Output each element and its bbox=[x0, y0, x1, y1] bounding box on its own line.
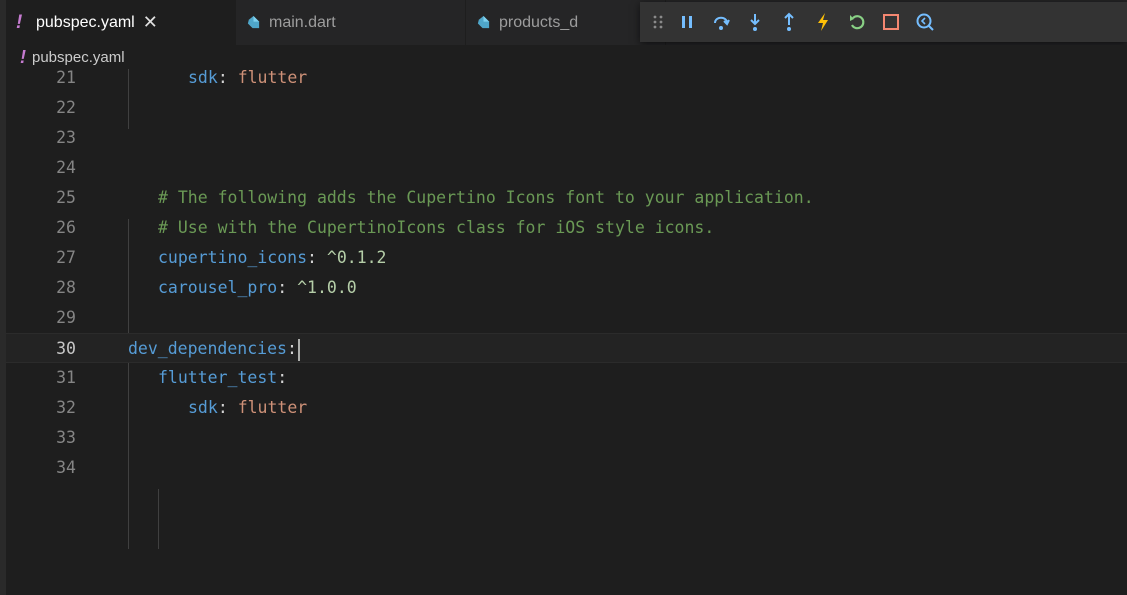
line-number: 22 bbox=[56, 98, 76, 117]
code-line: 25 # The following adds the Cupertino Ic… bbox=[6, 183, 1127, 213]
step-out-icon[interactable] bbox=[772, 5, 806, 39]
current-code-line: 30 dev_dependencies: bbox=[6, 333, 1127, 363]
code-text: sdk: flutter bbox=[188, 69, 308, 87]
code-text: flutter_test: bbox=[158, 368, 288, 387]
code-line: 34 bbox=[6, 453, 1127, 483]
line-number: 23 bbox=[56, 128, 76, 147]
line-number: 27 bbox=[56, 248, 76, 267]
dart-icon bbox=[477, 15, 490, 29]
tab-main-dart[interactable]: main.dart bbox=[236, 0, 466, 45]
code-line: 29 bbox=[6, 303, 1127, 333]
code-comment: # The following adds the Cupertino Icons… bbox=[158, 188, 814, 207]
code-line: 33 bbox=[6, 423, 1127, 453]
code-comment: # Use with the CupertinoIcons class for … bbox=[158, 218, 715, 237]
pause-icon[interactable] bbox=[670, 5, 704, 39]
indent-guide bbox=[158, 489, 159, 549]
code-text: dev_dependencies: bbox=[128, 334, 300, 364]
tab-label: pubspec.yaml bbox=[36, 13, 135, 31]
line-number: 31 bbox=[56, 368, 76, 387]
breadcrumb: ! pubspec.yaml bbox=[6, 45, 1127, 69]
code-text: carousel_pro: ^1.0.0 bbox=[158, 278, 357, 297]
code-line: 22 bbox=[6, 93, 1127, 123]
code-line: 28 carousel_pro: ^1.0.0 bbox=[6, 273, 1127, 303]
yaml-icon: ! bbox=[20, 46, 26, 67]
tab-label: products_d bbox=[499, 13, 579, 31]
line-number: 24 bbox=[56, 158, 76, 177]
line-number: 33 bbox=[56, 428, 76, 447]
code-line: 32 sdk: flutter bbox=[6, 393, 1127, 423]
code-text: cupertino_icons: ^0.1.2 bbox=[158, 248, 387, 267]
line-number: 29 bbox=[56, 308, 76, 327]
code-line: 23 bbox=[6, 123, 1127, 153]
hot-reload-icon[interactable] bbox=[806, 5, 840, 39]
step-into-icon[interactable] bbox=[738, 5, 772, 39]
tab-pubspec-yaml[interactable]: ! pubspec.yaml ✕ bbox=[6, 0, 236, 45]
line-number: 30 bbox=[56, 339, 76, 358]
restart-icon[interactable] bbox=[840, 5, 874, 39]
line-number: 21 bbox=[56, 69, 76, 87]
flutter-inspector-icon[interactable] bbox=[908, 5, 942, 39]
text-cursor bbox=[297, 338, 300, 361]
code-editor[interactable]: 21 sdk: flutter 22 23 24 25 # The follow… bbox=[6, 69, 1127, 595]
code-line: 31 flutter_test: bbox=[6, 363, 1127, 393]
line-number: 25 bbox=[56, 188, 76, 207]
step-over-icon[interactable] bbox=[704, 5, 738, 39]
close-icon[interactable]: ✕ bbox=[143, 12, 158, 33]
yaml-icon: ! bbox=[16, 11, 23, 33]
tab-products-dart[interactable]: products_d bbox=[466, 0, 666, 45]
drag-handle-icon[interactable] bbox=[646, 5, 670, 39]
line-number: 26 bbox=[56, 218, 76, 237]
code-line: 21 sdk: flutter bbox=[6, 69, 1127, 93]
tab-label: main.dart bbox=[269, 13, 336, 31]
code-line: 27 cupertino_icons: ^0.1.2 bbox=[6, 243, 1127, 273]
code-line: 26 # Use with the CupertinoIcons class f… bbox=[6, 213, 1127, 243]
breadcrumb-file[interactable]: pubspec.yaml bbox=[32, 49, 125, 66]
line-number: 28 bbox=[56, 278, 76, 297]
dart-icon bbox=[247, 15, 260, 29]
line-number: 34 bbox=[56, 458, 76, 477]
debug-toolbar bbox=[640, 2, 1127, 42]
code-line: 24 bbox=[6, 153, 1127, 183]
code-text: sdk: flutter bbox=[188, 398, 308, 417]
stop-icon[interactable] bbox=[874, 5, 908, 39]
line-number: 32 bbox=[56, 398, 76, 417]
